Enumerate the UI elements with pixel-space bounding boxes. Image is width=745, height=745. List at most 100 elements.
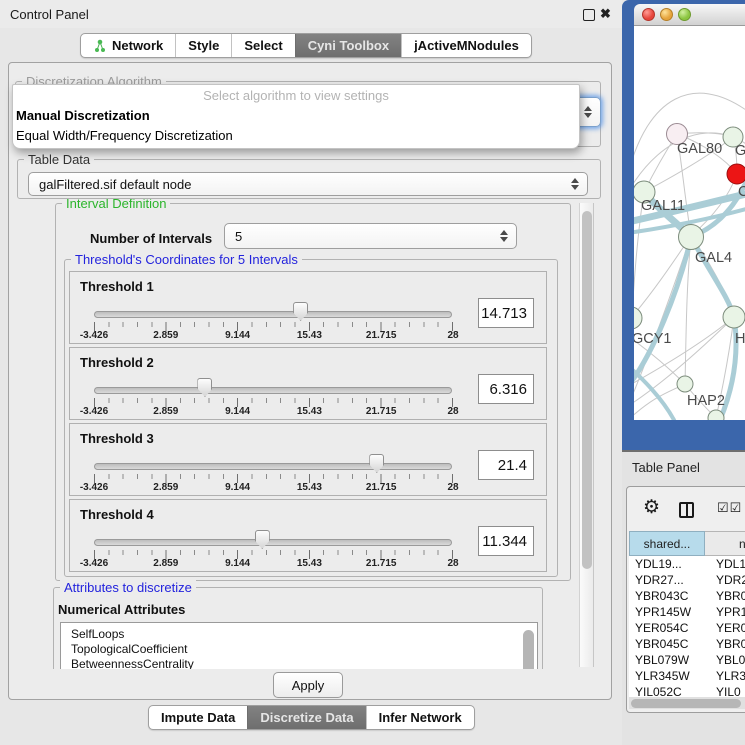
control-panel-title: Control Panel [10, 7, 89, 22]
column-header-shared-name[interactable]: shared... [629, 531, 705, 556]
cyni-toolbox-panel: Discretization Algorithm Table Data galF… [8, 62, 612, 700]
settings-scrollbar[interactable] [579, 203, 594, 667]
network-window[interactable]: GAL80 GAL C GAL11 GAL4 GCY1 H HAP2 [622, 0, 745, 450]
table-data-group: Table Data galFiltered.sif default node [17, 159, 601, 199]
interval-definition-group: Interval Definition Number of Intervals … [55, 203, 571, 581]
table-hscrollbar[interactable] [629, 697, 745, 709]
settings-scrollbar-thumb[interactable] [582, 211, 592, 569]
threshold-3-value-field[interactable]: 21.4 [478, 450, 534, 480]
cell-name: YIL0 [705, 684, 741, 697]
gear-icon[interactable]: ⚙ [643, 498, 660, 518]
threshold-2-slider-track[interactable] [94, 387, 452, 394]
tab-impute-data[interactable]: Impute Data [149, 706, 247, 729]
zoom-traffic-light[interactable] [678, 8, 691, 21]
cell-name: YBR0 [705, 588, 745, 604]
table-header: shared... na [629, 531, 745, 556]
columns-icon[interactable] [679, 502, 694, 518]
tab-cyni-toolbox[interactable]: Cyni Toolbox [295, 34, 401, 57]
network-node-gal4[interactable] [679, 225, 704, 250]
network-node-hap2[interactable] [677, 376, 693, 392]
table-row[interactable]: YDL19...YDL1 [629, 556, 745, 572]
cell-shared-name: YDR27... [629, 572, 705, 588]
list-item[interactable]: TopologicalCoefficient [71, 642, 537, 657]
cell-shared-name: YER054C [629, 620, 705, 636]
cell-name: YLR3 [705, 668, 745, 684]
table-row[interactable]: YDR27...YDR2 [629, 572, 745, 588]
tick-label: -3.426 [80, 406, 108, 417]
popup-item-manual-discretization[interactable]: Manual Discretization [13, 106, 579, 126]
column-header-name[interactable]: na [705, 531, 745, 556]
network-node[interactable] [723, 306, 745, 328]
numerical-attributes-list[interactable]: SelfLoops TopologicalCoefficient Between… [60, 622, 538, 669]
tab-select[interactable]: Select [231, 34, 294, 57]
settings-viewport: Interval Definition Number of Intervals … [15, 199, 595, 669]
node-label-partial: C [738, 184, 745, 200]
close-traffic-light[interactable] [642, 8, 655, 21]
tick-label: 21.715 [366, 482, 397, 493]
table-row[interactable]: YBR045CYBR0 [629, 636, 745, 652]
table-data-combo[interactable]: galFiltered.sif default node [28, 172, 588, 196]
table-row[interactable]: YER054CYER0 [629, 620, 745, 636]
close-icon[interactable]: ✖ [600, 6, 611, 22]
threshold-3-major-ticks [94, 474, 453, 483]
list-scrollbar-thumb[interactable] [523, 630, 534, 669]
threshold-4-value-field[interactable]: 11.344 [478, 526, 534, 556]
threshold-4-panel: Threshold 4 -3.426 2.859 9.144 15.43 21.… [69, 499, 547, 572]
threshold-1-slider-track[interactable] [94, 311, 452, 318]
threshold-1-slider-thumb[interactable] [293, 302, 308, 321]
threshold-3-slider-track[interactable] [94, 463, 452, 470]
popup-item-equal-width[interactable]: Equal Width/Frequency Discretization [13, 126, 579, 146]
threshold-4-slider-thumb[interactable] [255, 530, 270, 549]
network-node-selected-red[interactable] [727, 164, 745, 184]
tab-select-label: Select [244, 34, 282, 57]
node-label-partial: H [735, 331, 745, 347]
tick-label: 28 [447, 406, 458, 417]
table-panel: ⚙ ☑☑ shared... na YDL19...YDL1YDR27...YD… [626, 486, 745, 713]
network-window-titlebar[interactable] [634, 4, 745, 26]
table-row[interactable]: YBL079WYBL0 [629, 652, 745, 668]
tab-network[interactable]: Network [81, 34, 175, 57]
threshold-2-major-ticks [94, 398, 453, 407]
minimize-traffic-light[interactable] [660, 8, 673, 21]
table-row[interactable]: YIL052CYIL0 [629, 684, 745, 697]
network-node-gcy1[interactable] [634, 307, 642, 329]
tick-label: 21.715 [366, 406, 397, 417]
float-window-icon[interactable] [583, 9, 595, 21]
cell-shared-name: YBR043C [629, 588, 705, 604]
number-of-intervals-spinner[interactable]: 5 [224, 223, 517, 249]
tab-infer-network[interactable]: Infer Network [366, 706, 474, 729]
threshold-3-slider-thumb[interactable] [369, 454, 384, 473]
tick-label: 9.144 [225, 558, 250, 569]
tab-style[interactable]: Style [175, 34, 231, 57]
cell-name: YDR2 [705, 572, 745, 588]
list-item[interactable]: BetweennessCentrality [71, 657, 537, 669]
tab-discretize-data[interactable]: Discretize Data [247, 706, 365, 729]
table-rows: YDL19...YDL1YDR27...YDR2YBR043CYBR0YPR14… [629, 556, 745, 697]
tick-label: -3.426 [80, 330, 108, 341]
numerical-attributes-label: Numerical Attributes [58, 602, 185, 617]
tab-jactivemnodules-label: jActiveMNodules [414, 34, 519, 57]
node-label-partial: GAL [735, 143, 745, 159]
tick-label: 15.43 [297, 330, 322, 341]
table-row[interactable]: YBR043CYBR0 [629, 588, 745, 604]
cell-name: YPR1 [705, 604, 745, 620]
threshold-4-slider-track[interactable] [94, 539, 452, 546]
threshold-1-value-field[interactable]: 14.713 [478, 298, 534, 328]
threshold-2-slider-thumb[interactable] [197, 378, 212, 397]
list-item[interactable]: SelfLoops [71, 627, 537, 642]
tick-label: 15.43 [297, 558, 322, 569]
select-columns-checkboxes-icon[interactable]: ☑☑ [717, 500, 742, 516]
table-row[interactable]: YPR145WYPR1 [629, 604, 745, 620]
tick-label: -3.426 [80, 558, 108, 569]
combo-arrows-icon [584, 106, 592, 118]
control-panel-titlebar: Control Panel ✖ [0, 0, 622, 28]
node-label-gcy1: GCY1 [634, 331, 672, 347]
table-hscrollbar-thumb[interactable] [631, 699, 741, 708]
tab-jactivemnodules[interactable]: jActiveMNodules [401, 34, 531, 57]
table-row[interactable]: YLR345WYLR3 [629, 668, 745, 684]
threshold-2-value-field[interactable]: 6.316 [478, 374, 534, 404]
apply-button[interactable]: Apply [273, 672, 343, 698]
control-panel-tabs: Network Style Select Cyni Toolbox jActiv… [80, 33, 532, 58]
network-canvas[interactable]: GAL80 GAL C GAL11 GAL4 GCY1 H HAP2 [634, 26, 745, 420]
tick-label: 28 [447, 330, 458, 341]
